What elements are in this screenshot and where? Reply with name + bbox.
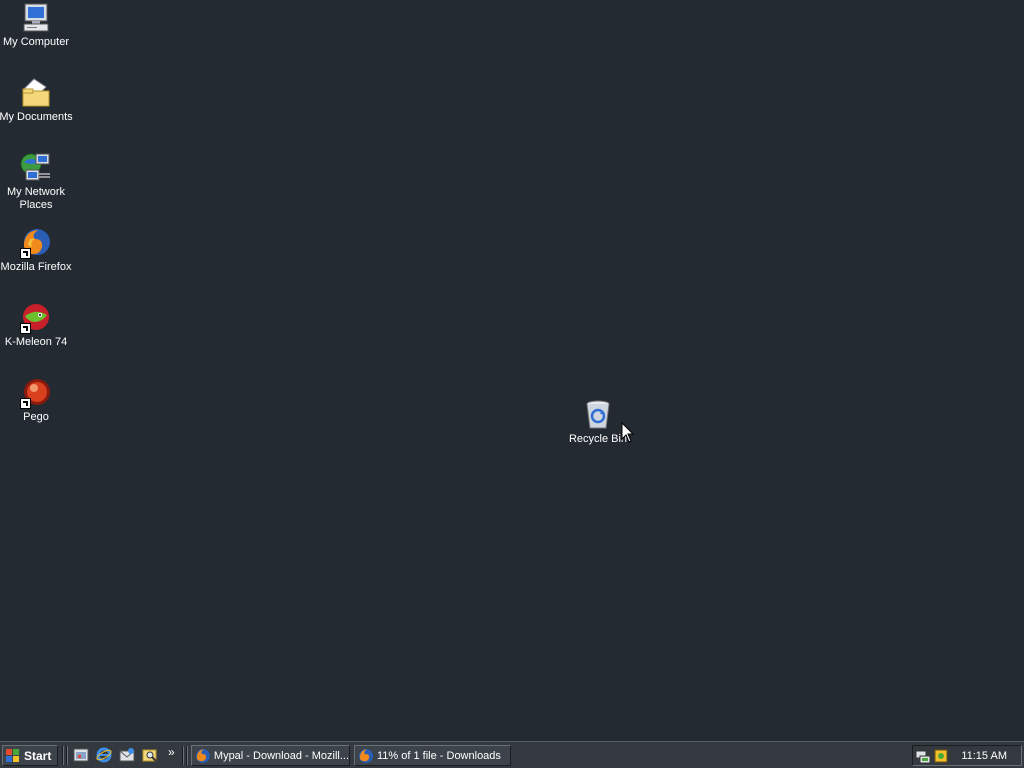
desktop-icon-firefox[interactable]: Mozilla Firefox	[0, 227, 74, 274]
desktop-icon-k-meleon[interactable]: K-Meleon 74	[0, 302, 74, 349]
network-tray-icon[interactable]	[915, 748, 931, 764]
show-desktop-icon[interactable]	[73, 747, 89, 763]
shortcut-arrow-icon	[20, 398, 31, 409]
search-icon[interactable]	[142, 747, 158, 763]
k-meleon-icon	[20, 302, 52, 334]
quick-launch-overflow-chevron[interactable]: »	[168, 745, 175, 759]
shortcut-arrow-icon	[20, 323, 31, 334]
taskbar-separator	[186, 746, 188, 765]
desktop-icon-my-computer[interactable]: My Computer	[0, 2, 74, 49]
taskbar-separator	[62, 746, 64, 765]
desktop-icon-network-places[interactable]: My Network Places	[0, 152, 74, 212]
taskbar: Start » Mypal - Download - Mozill... 11%…	[0, 741, 1024, 768]
start-button[interactable]: Start	[2, 745, 58, 766]
system-tray: 11:15 AM	[912, 745, 1022, 766]
clock[interactable]: 11:15 AM	[961, 750, 1007, 762]
outlook-express-icon[interactable]	[119, 747, 135, 763]
network-places-icon	[20, 152, 52, 184]
shortcut-arrow-icon	[20, 248, 31, 259]
mypal-icon	[195, 748, 210, 763]
mouse-cursor-icon	[621, 422, 635, 443]
update-tray-icon[interactable]	[933, 748, 949, 764]
desktop: My Computer My Documents My Network Plac…	[0, 0, 1024, 741]
recycle-bin-icon	[582, 399, 614, 431]
my-documents-icon	[20, 77, 52, 109]
pego-icon	[20, 377, 52, 409]
firefox-download-icon	[359, 748, 373, 763]
task-button-mypal-download[interactable]: Mypal - Download - Mozill...	[191, 745, 350, 766]
firefox-icon	[20, 227, 52, 259]
taskbar-separator	[66, 746, 68, 765]
task-button-downloads[interactable]: 11% of 1 file - Downloads	[354, 745, 511, 766]
windows-logo-icon	[6, 748, 19, 762]
internet-explorer-icon[interactable]	[96, 747, 112, 763]
my-computer-icon	[20, 2, 52, 34]
desktop-icon-my-documents[interactable]: My Documents	[0, 77, 74, 124]
taskbar-separator	[182, 746, 184, 765]
desktop-icon-pego[interactable]: Pego	[0, 377, 74, 424]
